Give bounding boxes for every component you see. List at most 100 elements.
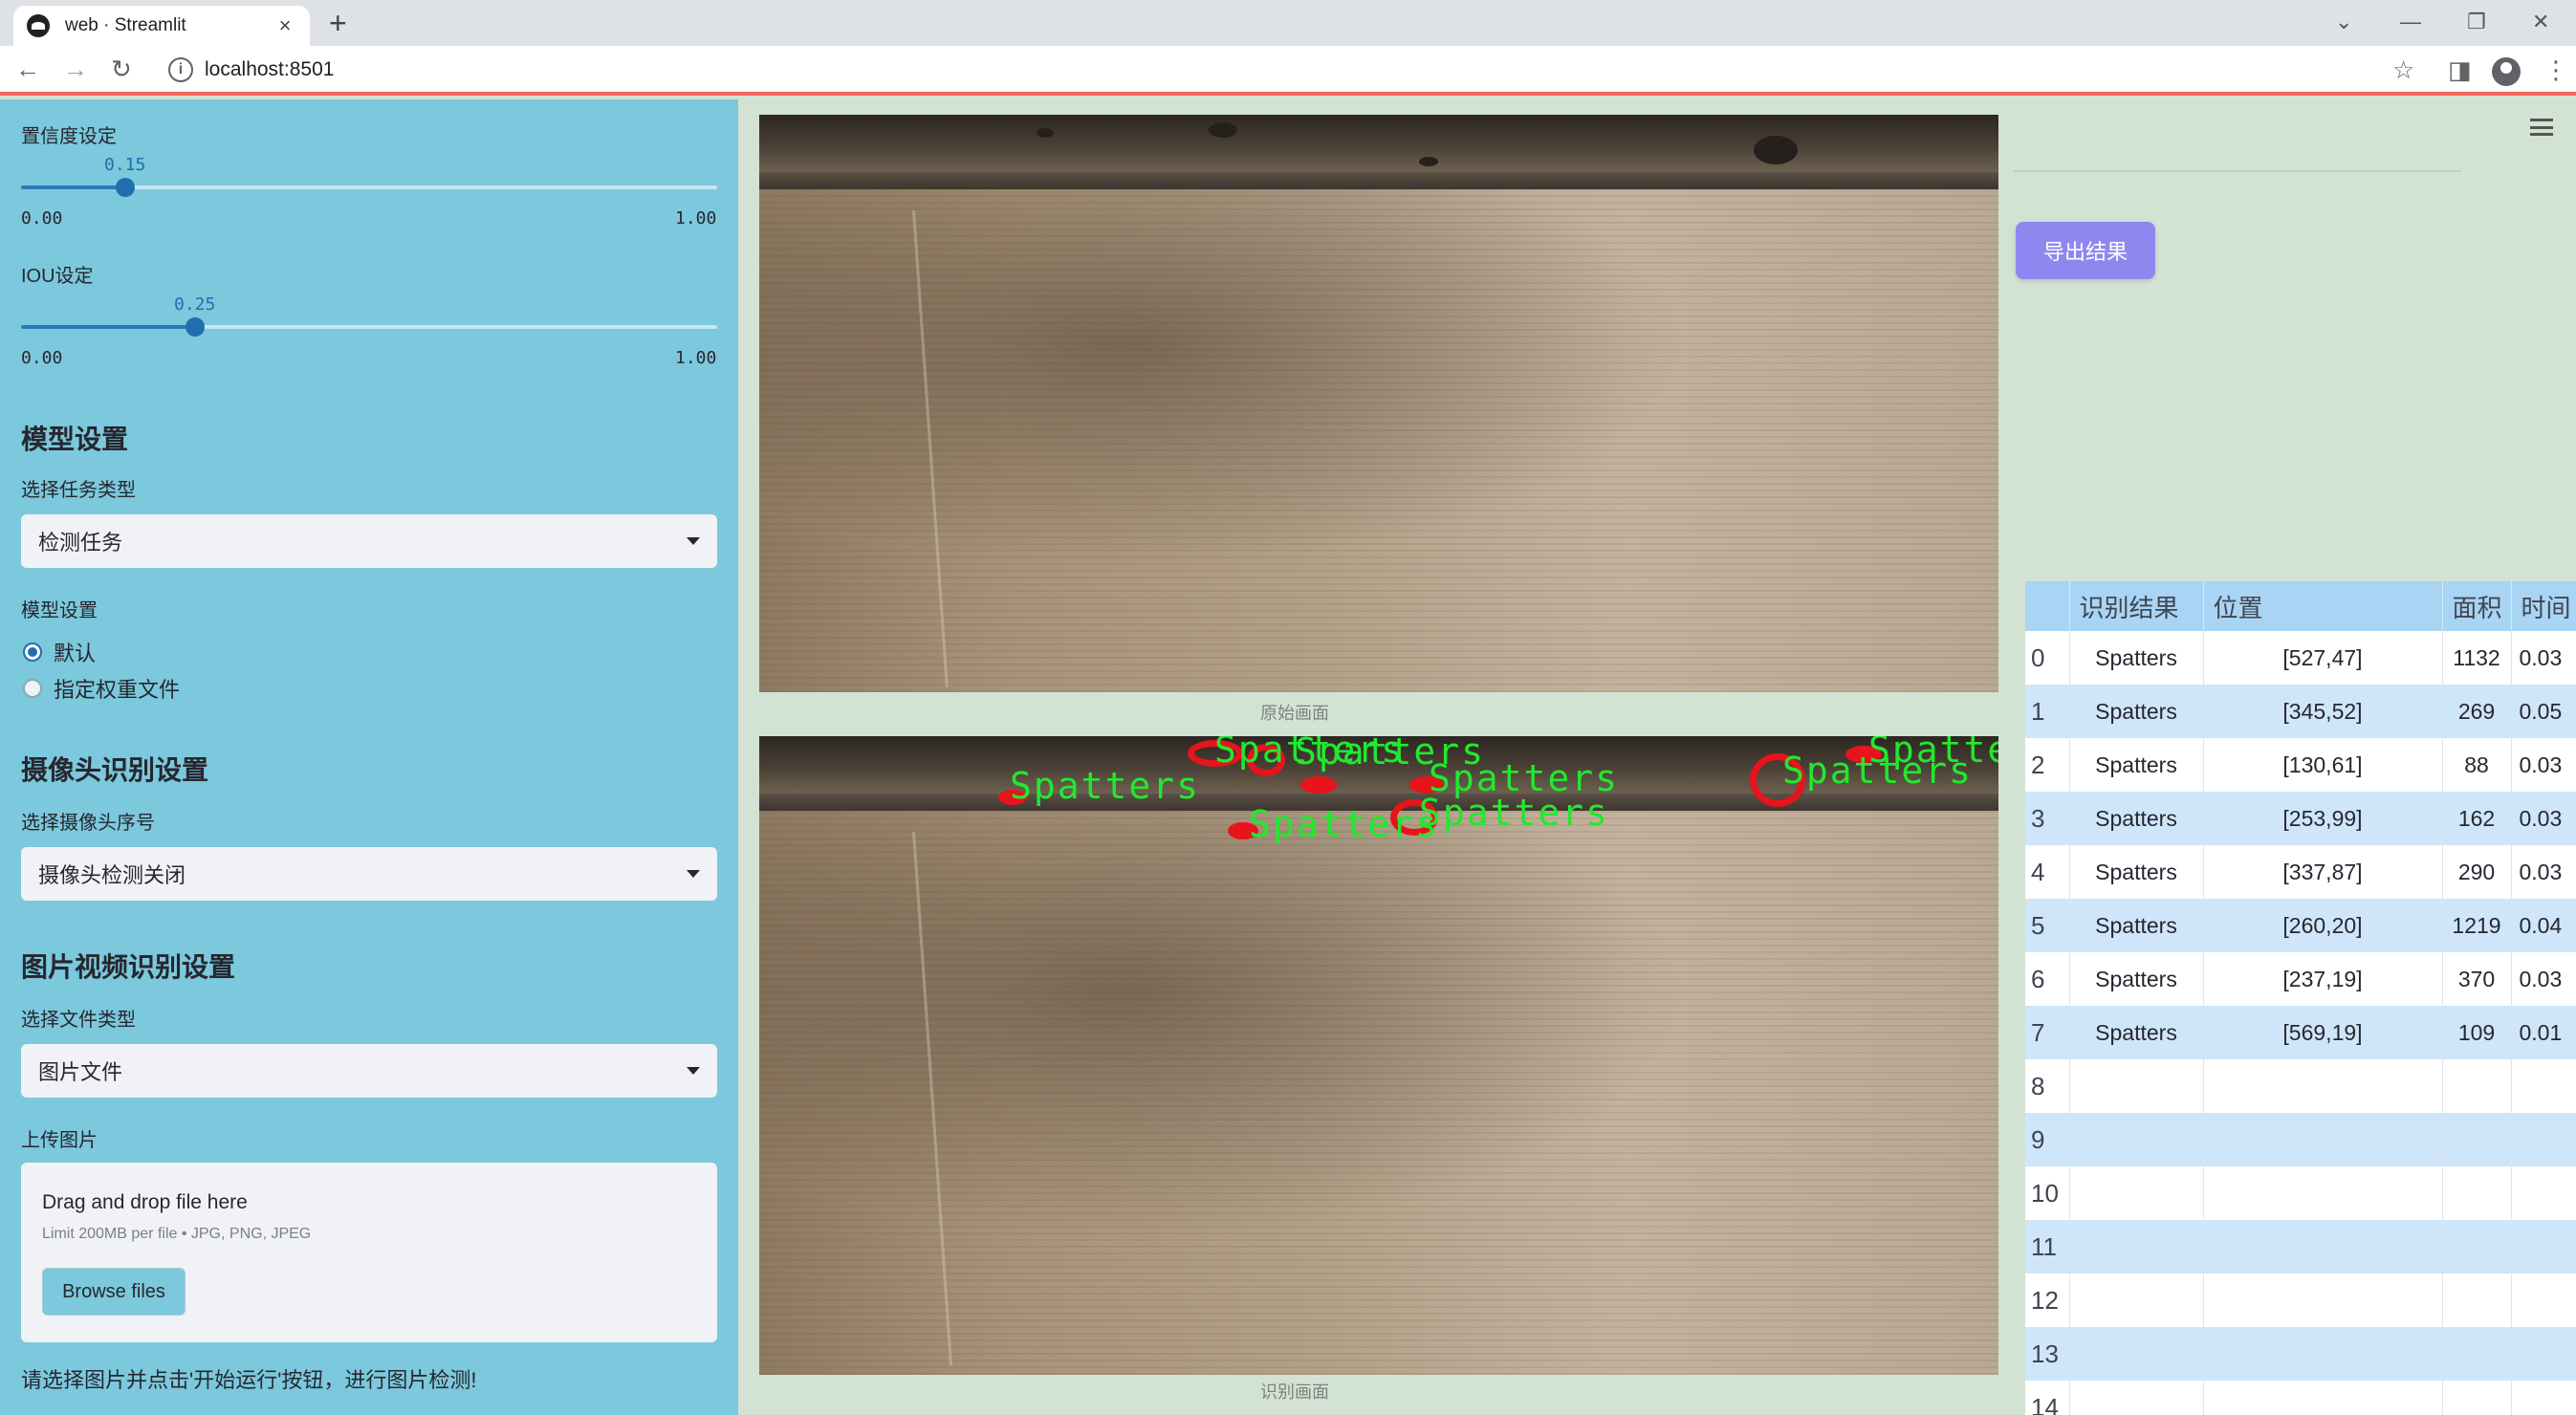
radio-default-weights[interactable]: 默认 <box>23 637 96 667</box>
table-row[interactable]: 4 Spatters [337,87] 290 0.03 <box>2025 845 2576 899</box>
browse-files-button[interactable]: Browse files <box>42 1268 186 1316</box>
cell-result: Spatters <box>2069 738 2204 792</box>
confidence-slider-thumb[interactable] <box>116 178 135 197</box>
table-row[interactable]: 5 Spatters [260,20] 1219 0.04 <box>2025 899 2576 952</box>
table-row[interactable]: 2 Spatters [130,61] 88 0.03 <box>2025 738 2576 792</box>
radio-custom-weights[interactable]: 指定权重文件 <box>23 673 180 704</box>
radio-label: 默认 <box>54 642 97 665</box>
row-index: 4 <box>2025 845 2070 899</box>
address-bar[interactable]: localhost:8501 <box>205 58 334 81</box>
cell-area <box>2442 1274 2512 1327</box>
new-tab-icon[interactable]: + <box>329 6 347 40</box>
site-info-icon[interactable]: i <box>168 57 193 82</box>
detection-label: Spatters <box>1419 792 1610 834</box>
hamburger-menu-icon[interactable] <box>2530 119 2553 136</box>
table-row[interactable]: 1 Spatters [345,52] 269 0.05 <box>2025 685 2576 738</box>
cell-result <box>2069 1059 2204 1113</box>
cell-position: [345,52] <box>2203 685 2443 738</box>
confidence-min: 0.00 <box>21 208 63 229</box>
column-header-index[interactable] <box>2025 581 2070 631</box>
row-index: 0 <box>2025 631 2070 685</box>
side-panel-icon[interactable]: ◨ <box>2448 55 2472 84</box>
cell-time <box>2511 1166 2576 1220</box>
dropzone-limit: Limit 200MB per file • JPG, PNG, JPEG <box>42 1226 312 1242</box>
model-section-title: 模型设置 <box>21 424 129 454</box>
browser-tab[interactable]: web · Streamlit × <box>13 6 310 46</box>
row-index: 7 <box>2025 1006 2070 1059</box>
camera-index-select[interactable]: 摄像头检测关闭 <box>21 847 717 901</box>
table-row[interactable]: 11 <box>2025 1220 2576 1274</box>
restore-icon[interactable]: ❐ <box>2467 8 2486 36</box>
table-row[interactable]: 3 Spatters [253,99] 162 0.03 <box>2025 792 2576 845</box>
table-row[interactable]: 0 Spatters [527,47] 1132 0.03 <box>2025 631 2576 685</box>
iou-slider-thumb[interactable] <box>186 317 205 337</box>
confidence-value: 0.15 <box>104 155 146 175</box>
cell-time <box>2511 1059 2576 1113</box>
table-row[interactable]: 7 Spatters [569,19] 109 0.01 <box>2025 1006 2576 1059</box>
cell-area <box>2442 1113 2512 1166</box>
cell-area: 269 <box>2442 685 2512 738</box>
table-row[interactable]: 12 <box>2025 1274 2576 1327</box>
cell-time: 0.03 <box>2511 631 2576 685</box>
media-section-title: 图片视频识别设置 <box>21 952 236 982</box>
cell-area: 370 <box>2442 952 2512 1006</box>
result-image: Spatters Spatters Spatters Spatters Spat… <box>759 736 1998 1375</box>
table-row[interactable]: 8 <box>2025 1059 2576 1113</box>
tab-close-icon[interactable]: × <box>273 13 296 38</box>
minimize-icon[interactable]: — <box>2400 8 2421 36</box>
browser-menu-icon[interactable]: ⋮ <box>2543 55 2568 84</box>
iou-slider-fill <box>21 325 195 329</box>
file-dropzone[interactable]: Drag and drop file here Limit 200MB per … <box>21 1163 717 1342</box>
results-table: 识别结果 位置 面积 时间 0 Spatters [527,47] 1132 0.03 1… <box>2025 581 2576 1415</box>
profile-avatar-icon[interactable] <box>2492 57 2521 86</box>
cell-result: Spatters <box>2069 1006 2204 1059</box>
tab-search-icon[interactable]: ⌄ <box>2335 8 2352 36</box>
result-caption: 识别画面 <box>1260 1382 1329 1402</box>
cell-time: 0.05 <box>2511 685 2576 738</box>
upload-label: 上传图片 <box>21 1130 98 1151</box>
column-header-result[interactable]: 识别结果 <box>2069 581 2204 631</box>
cell-position: [337,87] <box>2203 845 2443 899</box>
forward-icon[interactable]: → <box>63 54 88 84</box>
cell-time <box>2511 1113 2576 1166</box>
cell-result: Spatters <box>2069 792 2204 845</box>
bookmark-star-icon[interactable]: ☆ <box>2392 55 2414 84</box>
task-type-select[interactable]: 检测任务 <box>21 514 717 568</box>
cell-area: 109 <box>2442 1006 2512 1059</box>
table-row[interactable]: 14 <box>2025 1381 2576 1415</box>
row-index: 13 <box>2025 1327 2070 1381</box>
confidence-slider[interactable]: 0.15 <box>21 155 717 197</box>
iou-value: 0.25 <box>174 294 216 315</box>
cell-position <box>2203 1166 2443 1220</box>
browser-toolbar: ← → ↻ i localhost:8501 ☆ ◨ ⋮ <box>0 46 2576 96</box>
cell-area: 1219 <box>2442 899 2512 952</box>
iou-slider[interactable]: 0.25 <box>21 294 717 337</box>
close-window-icon[interactable]: ✕ <box>2532 8 2549 36</box>
column-header-position[interactable]: 位置 <box>2203 581 2443 631</box>
row-index: 6 <box>2025 952 2070 1006</box>
column-header-area[interactable]: 面积 <box>2442 581 2512 631</box>
usage-hint: 请选择图片并点击'开始运行'按钮，进行图片检测! <box>21 1368 477 1392</box>
table-row[interactable]: 10 <box>2025 1166 2576 1220</box>
row-index: 14 <box>2025 1381 2070 1415</box>
cell-area: 88 <box>2442 738 2512 792</box>
back-icon[interactable]: ← <box>15 54 40 84</box>
iou-max: 1.00 <box>675 348 717 368</box>
row-index: 8 <box>2025 1059 2070 1113</box>
cell-time <box>2511 1381 2576 1415</box>
table-row[interactable]: 6 Spatters [237,19] 370 0.03 <box>2025 952 2576 1006</box>
column-header-time[interactable]: 时间 <box>2511 581 2576 631</box>
export-results-button[interactable]: 导出结果 <box>2016 222 2155 279</box>
sidebar: 置信度设定 0.15 0.00 1.00 IOU设定 0.25 0.00 1.0… <box>0 99 738 1415</box>
cell-position <box>2203 1113 2443 1166</box>
chevron-down-icon <box>687 537 700 545</box>
reload-icon[interactable]: ↻ <box>111 54 132 84</box>
cell-time <box>2511 1220 2576 1274</box>
cell-area: 290 <box>2442 845 2512 899</box>
table-row[interactable]: 9 <box>2025 1113 2576 1166</box>
original-image <box>759 115 1998 692</box>
table-row[interactable]: 13 <box>2025 1327 2576 1381</box>
file-type-select[interactable]: 图片文件 <box>21 1044 717 1098</box>
radio-label: 指定权重文件 <box>54 678 181 702</box>
row-index: 5 <box>2025 899 2070 952</box>
